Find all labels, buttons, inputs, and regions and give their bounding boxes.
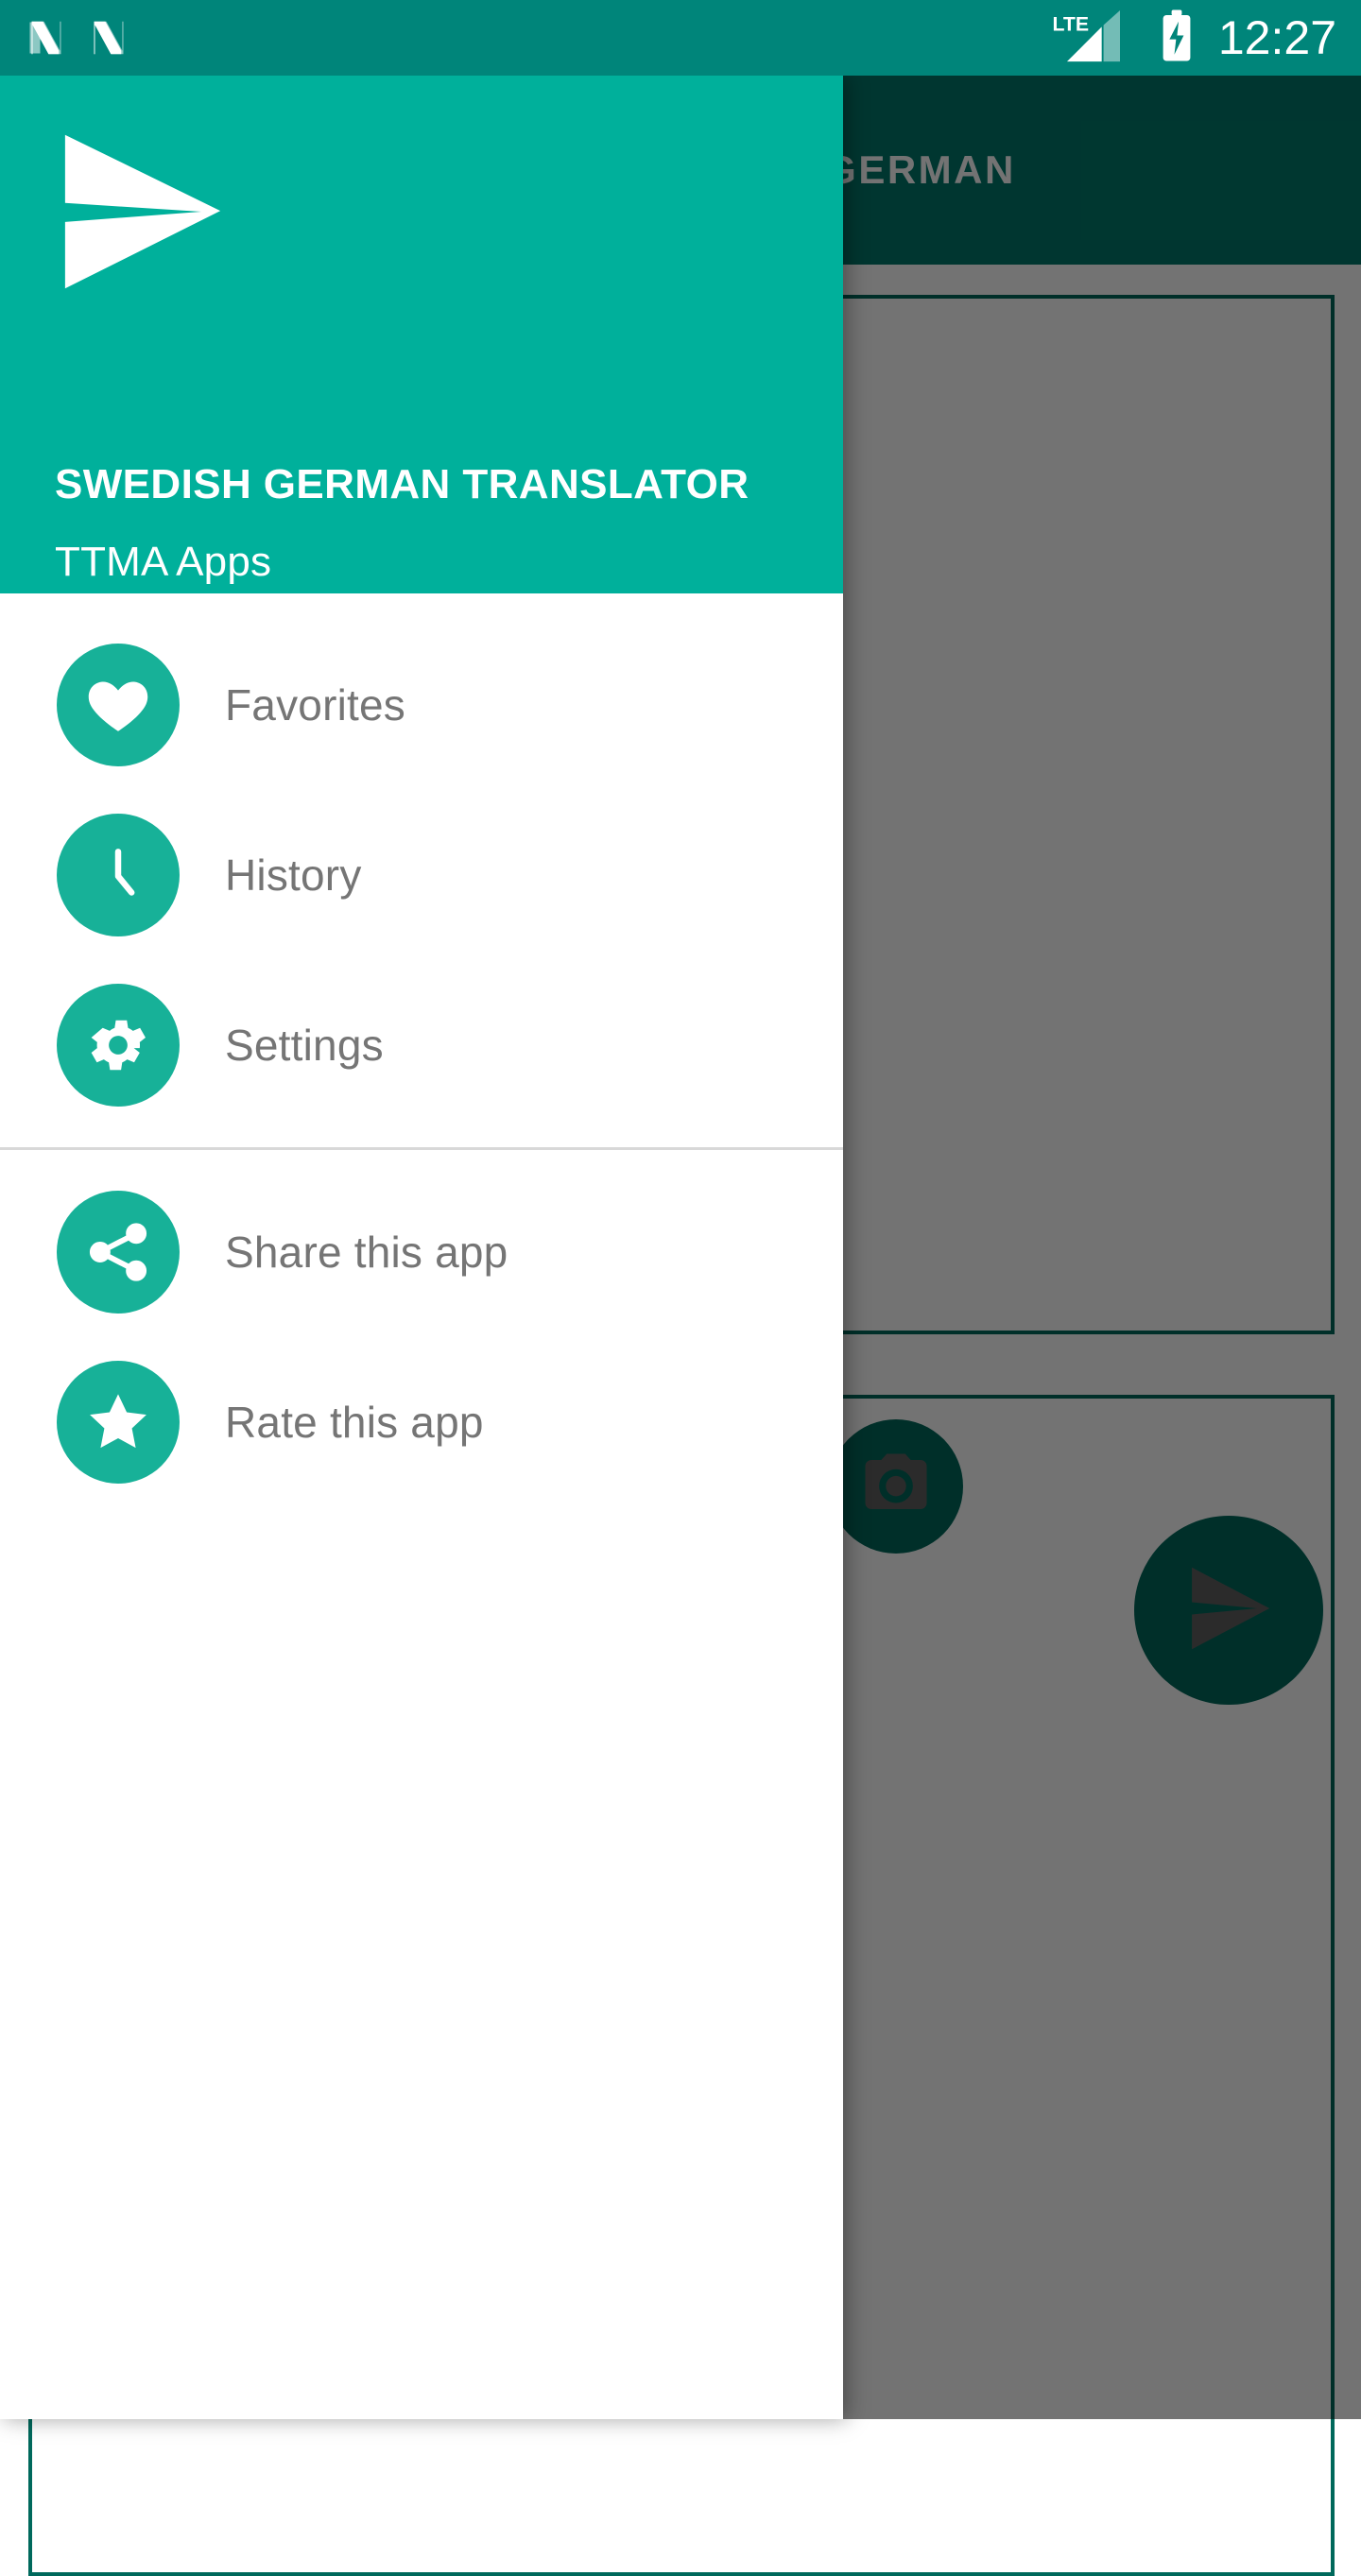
drawer-menu-group-secondary: Share this app Rate this app (0, 1150, 843, 1524)
navigation-drawer: SWEDISH GERMAN TRANSLATOR TTMA Apps Favo… (0, 76, 843, 2419)
drawer-item-label: History (225, 850, 362, 900)
drawer-header: SWEDISH GERMAN TRANSLATOR TTMA Apps (0, 76, 843, 593)
android-n-icon (25, 17, 66, 59)
drawer-item-label: Favorites (225, 680, 405, 730)
drawer-item-label: Rate this app (225, 1398, 484, 1447)
share-icon (57, 1191, 180, 1314)
drawer-item-label: Settings (225, 1021, 384, 1070)
drawer-item-share-this-app[interactable]: Share this app (0, 1167, 843, 1337)
status-bar: LTE 12:27 (0, 0, 1361, 76)
drawer-item-favorites[interactable]: Favorites (0, 620, 843, 790)
clock-icon (57, 814, 180, 936)
android-n-icon (87, 17, 129, 59)
drawer-item-history[interactable]: History (0, 790, 843, 960)
paper-plane-send-icon (55, 129, 788, 295)
status-bar-clock: 12:27 (1217, 11, 1336, 64)
drawer-app-title: SWEDISH GERMAN TRANSLATOR (55, 461, 749, 507)
heart-icon (57, 644, 180, 766)
battery-charging-icon (1160, 8, 1194, 69)
star-icon (57, 1361, 180, 1484)
drawer-menu: Favorites History Settings Share this ap… (0, 593, 843, 1524)
gear-icon (57, 984, 180, 1107)
drawer-app-subtitle: TTMA Apps (55, 539, 272, 585)
drawer-item-settings[interactable]: Settings (0, 960, 843, 1130)
status-bar-indicators: LTE 12:27 (1050, 8, 1336, 69)
drawer-menu-group-primary: Favorites History Settings (0, 603, 843, 1147)
svg-text:LTE: LTE (1052, 12, 1089, 35)
drawer-item-label: Share this app (225, 1228, 508, 1277)
status-bar-notifications (25, 17, 129, 59)
signal-bars-icon: LTE (1050, 10, 1135, 65)
drawer-item-rate-this-app[interactable]: Rate this app (0, 1337, 843, 1507)
